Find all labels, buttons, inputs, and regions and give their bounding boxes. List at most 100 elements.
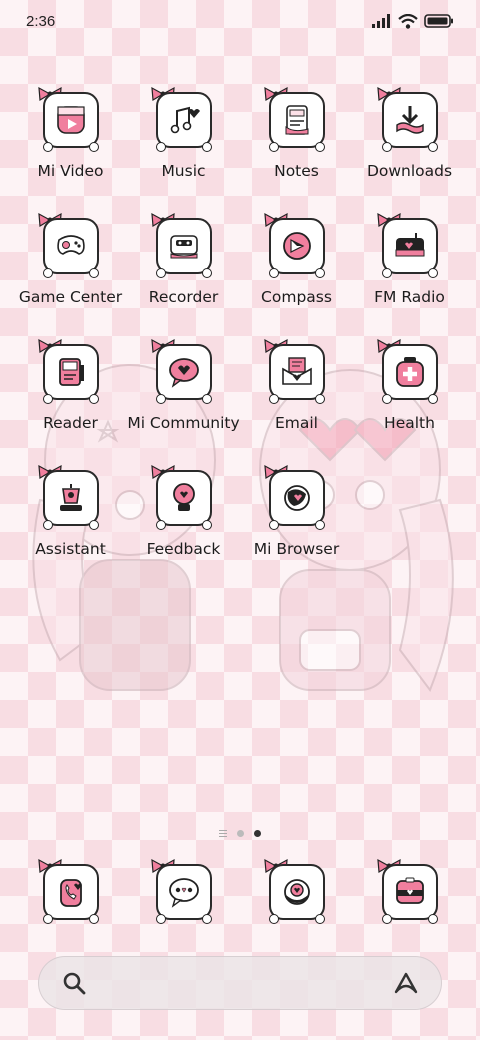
app-health[interactable]: Health	[353, 336, 466, 444]
radio-icon	[395, 233, 424, 257]
wifi-icon	[398, 13, 418, 29]
dock	[14, 856, 466, 928]
skull-decoration-icon	[268, 394, 279, 404]
skull-decoration-icon	[88, 914, 99, 924]
skull-decoration-icon	[268, 914, 279, 924]
skull-decoration-icon	[427, 142, 438, 152]
app-icon-frame	[150, 212, 215, 278]
app-label: Mi Browser	[253, 540, 340, 558]
assistant-a-icon[interactable]	[393, 971, 419, 995]
skull-decoration-icon	[155, 394, 166, 404]
page-dot-2-active[interactable]	[254, 830, 261, 837]
app-label: Downloads	[366, 162, 453, 180]
gamepad-icon	[56, 235, 85, 255]
app-mi-video[interactable]: Mi Video	[14, 84, 127, 192]
skull-decoration-icon	[314, 394, 325, 404]
app-assistant[interactable]: Assistant	[14, 462, 127, 570]
dock-camera[interactable]	[240, 856, 353, 928]
phone-icon	[59, 879, 82, 907]
skull-decoration-icon	[88, 394, 99, 404]
app-notes[interactable]: Notes	[240, 84, 353, 192]
app-label: Music	[161, 162, 206, 180]
app-feedback[interactable]: Feedback	[127, 462, 240, 570]
skull-decoration-icon	[42, 520, 53, 530]
skull-decoration-icon	[155, 268, 166, 278]
music-icon	[170, 106, 200, 134]
skull-decoration-icon	[314, 520, 325, 530]
camera-icon	[283, 879, 310, 905]
app-icon-frame	[37, 212, 102, 278]
app-compass[interactable]: Compass	[240, 210, 353, 318]
video-icon	[56, 106, 85, 134]
search-icon[interactable]	[61, 970, 87, 996]
skull-decoration-icon	[381, 268, 392, 278]
lightbulb-icon	[172, 483, 195, 511]
app-icon-frame	[263, 86, 328, 152]
app-fm-radio[interactable]: FM Radio	[353, 210, 466, 318]
app-mi-community[interactable]: Mi Community	[127, 336, 240, 444]
app-game-center[interactable]: Game Center	[14, 210, 127, 318]
status-icons	[372, 13, 454, 29]
page-indicator[interactable]	[0, 830, 480, 837]
app-mi-browser[interactable]: Mi Browser	[240, 462, 353, 570]
app-icon-frame	[263, 212, 328, 278]
app-label: Notes	[274, 162, 319, 180]
skull-decoration-icon	[314, 142, 325, 152]
skull-decoration-icon	[42, 394, 53, 404]
app-recorder[interactable]: Recorder	[127, 210, 240, 318]
skull-decoration-icon	[268, 520, 279, 530]
app-music[interactable]: Music	[127, 84, 240, 192]
skull-decoration-icon	[268, 268, 279, 278]
app-icon-frame	[376, 212, 441, 278]
skull-decoration-icon	[88, 268, 99, 278]
battery-icon	[424, 14, 453, 28]
skull-decoration-icon	[42, 268, 53, 278]
messages-icon	[168, 878, 199, 908]
skull-decoration-icon	[155, 914, 166, 924]
app-icon-frame	[376, 858, 441, 924]
app-label: Health	[384, 414, 435, 432]
app-label: Recorder	[148, 288, 219, 306]
app-drawer-lines-icon	[219, 830, 227, 837]
dock-gallery[interactable]	[353, 856, 466, 928]
gallery-icon	[395, 877, 424, 904]
skull-decoration-icon	[201, 394, 212, 404]
app-label: Assistant	[35, 540, 106, 558]
skull-decoration-icon	[381, 394, 392, 404]
page-dot-1[interactable]	[237, 830, 244, 837]
app-email[interactable]: Email	[240, 336, 353, 444]
app-grid: Mi Video Music Notes Downloads Game Cent…	[14, 84, 466, 570]
app-label: Game Center	[18, 288, 123, 306]
app-icon-frame	[263, 338, 328, 404]
download-icon	[395, 106, 424, 134]
app-icon-frame	[263, 858, 328, 924]
skull-decoration-icon	[88, 142, 99, 152]
status-time: 2:36	[26, 12, 56, 30]
app-label: Compass	[261, 288, 332, 306]
app-label: Reader	[43, 414, 98, 432]
app-icon-frame	[150, 338, 215, 404]
skull-decoration-icon	[201, 914, 212, 924]
browser-icon	[283, 485, 310, 511]
skull-decoration-icon	[314, 914, 325, 924]
compass-icon	[282, 232, 311, 260]
skull-decoration-icon	[42, 914, 53, 924]
health-icon	[395, 357, 424, 387]
search-bar[interactable]	[38, 956, 442, 1010]
skull-decoration-icon	[42, 142, 53, 152]
app-icon-frame	[150, 464, 215, 530]
app-icon-frame	[37, 464, 102, 530]
skull-decoration-icon	[381, 142, 392, 152]
app-downloads[interactable]: Downloads	[353, 84, 466, 192]
app-icon-frame	[150, 86, 215, 152]
dock-phone[interactable]	[14, 856, 127, 928]
skull-decoration-icon	[201, 268, 212, 278]
dock-messages[interactable]	[127, 856, 240, 928]
skull-decoration-icon	[381, 914, 392, 924]
app-icon-frame	[376, 86, 441, 152]
app-reader[interactable]: Reader	[14, 336, 127, 444]
skull-decoration-icon	[314, 268, 325, 278]
skull-decoration-icon	[427, 268, 438, 278]
skull-decoration-icon	[427, 394, 438, 404]
recorder-icon	[169, 235, 198, 259]
